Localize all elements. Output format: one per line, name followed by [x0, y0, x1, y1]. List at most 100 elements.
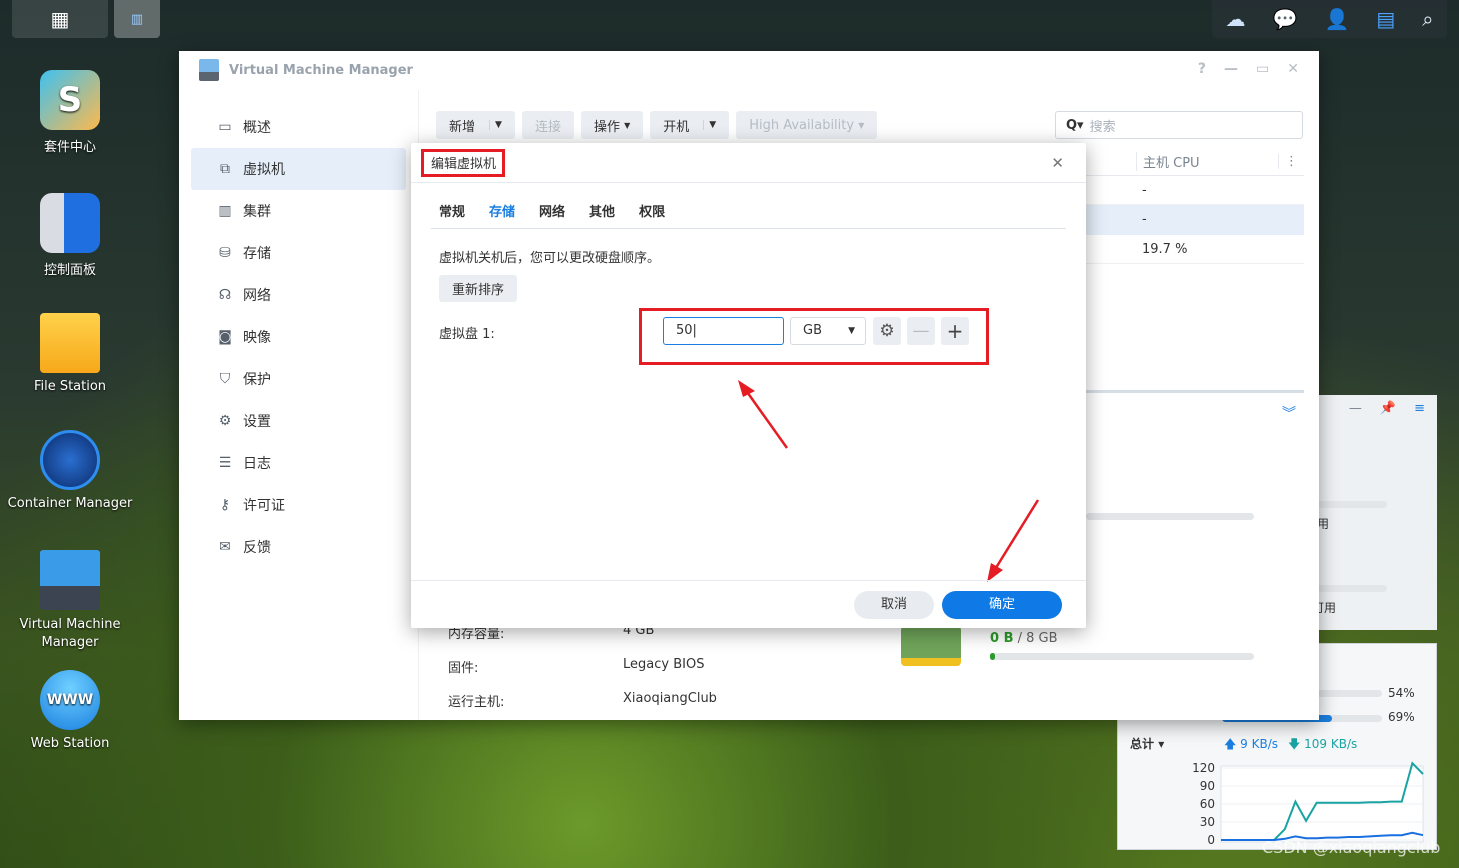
firmware-label: 固件:	[448, 661, 479, 676]
minimize-icon[interactable]: —	[1349, 401, 1362, 416]
search-input[interactable]: Q▾ 搜索	[1055, 111, 1303, 139]
connect-button[interactable]: 连接	[521, 111, 574, 139]
highlight-title	[421, 149, 505, 177]
desktop-icon-package-center[interactable]: S 套件中心	[0, 70, 140, 155]
table-row[interactable]: -	[1086, 176, 1304, 205]
ok-button[interactable]: 确定	[942, 591, 1062, 619]
key-icon: ⚷	[219, 497, 231, 513]
tab-4[interactable]: 权限	[639, 201, 665, 228]
column-header-host-cpu[interactable]: 主机 CPU ⋮	[1086, 148, 1304, 176]
desktop-icon-file-station[interactable]: File Station	[0, 313, 140, 394]
table-row[interactable]: -	[1086, 205, 1304, 235]
user-icon[interactable]: 👤	[1324, 7, 1349, 31]
firmware-value: Legacy BIOS	[623, 657, 705, 672]
sidebar-item-3[interactable]: ⛁ 存储	[191, 232, 406, 274]
vm-icon: ⧉	[220, 161, 230, 177]
sidebar-item-0[interactable]: ▭ 概述	[191, 106, 406, 148]
usage-bar-1	[1317, 501, 1387, 508]
sidebar-item-label: 日志	[243, 456, 271, 472]
power-on-button[interactable]: 开机 ▼	[650, 111, 730, 139]
close-icon[interactable]: ✕	[1287, 61, 1299, 77]
minimize-icon[interactable]: —	[1224, 61, 1238, 77]
help-icon[interactable]: ?	[1198, 61, 1206, 77]
search-icon[interactable]: ⌕	[1422, 7, 1433, 31]
action-button[interactable]: 操作 ▼	[580, 111, 644, 139]
desktop-icon-vmm[interactable]: Virtual Machine Manager	[0, 550, 140, 652]
sidebar-item-7[interactable]: ⚙ 设置	[191, 400, 406, 442]
vmm-icon	[40, 550, 100, 610]
storage-icon: ⛁	[219, 245, 231, 261]
create-button[interactable]: 新增 ▼	[436, 111, 515, 139]
widgets-icon[interactable]: ▤	[1376, 7, 1395, 31]
web-station-icon: WWW	[40, 670, 100, 730]
cancel-button[interactable]: 取消	[854, 591, 934, 619]
window-titlebar[interactable]: Virtual Machine Manager ? — ▭ ✕	[179, 51, 1319, 90]
folder-icon	[40, 313, 100, 373]
sidebar-item-label: 映像	[243, 330, 271, 346]
network-icon: ☊	[218, 287, 232, 303]
tab-0[interactable]: 常规	[439, 201, 465, 228]
desktop-icon-control-panel[interactable]: 控制面板	[0, 193, 140, 278]
highlight-disk-row	[639, 308, 989, 365]
system-tray: ☁ 💬 👤 ▤ ⌕	[1212, 0, 1447, 38]
sidebar-item-1[interactable]: ⧉ 虚拟机	[191, 148, 406, 190]
dialog-footer: 取消 确定	[411, 580, 1086, 628]
widget-menu-icon[interactable]: ≡	[1414, 401, 1425, 416]
sidebar-item-4[interactable]: ☊ 网络	[191, 274, 406, 316]
edit-vm-dialog: 编辑虚拟机 ✕ 常规 存储 网络 其他 权限 虚拟机关机后，您可以更改硬盘顺序。 重新排序…	[411, 143, 1086, 628]
y-tick-label: 0	[1207, 833, 1215, 847]
sidebar-item-6[interactable]: ⛉ 保护	[191, 358, 406, 400]
sidebar-item-8[interactable]: ☰ 日志	[191, 442, 406, 484]
overview-icon: ▭	[218, 119, 232, 135]
show-desktop-button[interactable]: ▦	[12, 0, 108, 38]
upload-rate: 🡅 9 KB/s	[1224, 737, 1279, 751]
table-row[interactable]: 19.7 %	[1086, 235, 1304, 264]
high-availability-button[interactable]: High Availability ▼	[736, 111, 878, 139]
ram-bar	[990, 653, 1254, 660]
image-icon: ◙	[218, 329, 232, 345]
storage-hint: 虚拟机关机后，您可以更改硬盘顺序。	[439, 251, 661, 266]
mail-icon: ✉	[219, 539, 231, 555]
column-menu-icon[interactable]: ⋮	[1278, 154, 1304, 169]
sidebar: ▭ 概述 ⧉ 虚拟机 ▥ 集群 ⛁ 存储 ☊ 网络 ◙ 映像 ⛉ 保护 ⚙ 设置 ☰ 日志 ⚷ 许可证 ✉ 反馈	[179, 90, 419, 720]
pin-icon[interactable]: 📌	[1380, 401, 1396, 416]
desktop-icon-container-manager[interactable]: Container Manager	[0, 430, 140, 511]
ram-icon	[901, 626, 961, 666]
tab-3[interactable]: 其他	[589, 201, 615, 228]
sidebar-item-5[interactable]: ◙ 映像	[191, 316, 406, 358]
chat-icon[interactable]: 💬	[1273, 7, 1298, 31]
vmm-app-icon	[199, 59, 219, 81]
sidebar-item-label: 集群	[243, 204, 271, 220]
taskbar-vmm-button[interactable]: ▥	[114, 0, 160, 38]
cloud-sync-icon[interactable]: ☁	[1226, 7, 1246, 31]
sidebar-item-label: 概述	[243, 120, 271, 136]
window-title: Virtual Machine Manager	[229, 63, 413, 78]
search-icon: Q▾	[1066, 117, 1084, 133]
sidebar-item-label: 虚拟机	[243, 162, 285, 178]
y-tick-label: 30	[1200, 815, 1215, 829]
memory-percent: 69%	[1388, 710, 1415, 724]
close-icon[interactable]: ✕	[1051, 154, 1064, 172]
disk-label: 虚拟盘 1:	[439, 327, 495, 342]
shield-icon: ⛉	[219, 371, 231, 387]
detail-bar	[1086, 513, 1254, 520]
sidebar-item-9[interactable]: ⚷ 许可证	[191, 484, 406, 526]
sidebar-item-label: 保护	[243, 372, 271, 388]
sidebar-item-label: 存储	[243, 246, 271, 262]
sidebar-item-10[interactable]: ✉ 反馈	[191, 526, 406, 568]
total-dropdown[interactable]: 总计 ▾	[1130, 735, 1164, 752]
tab-2[interactable]: 网络	[539, 201, 565, 228]
sidebar-item-label: 设置	[243, 414, 271, 430]
download-rate: 🡇 109 KB/s	[1288, 737, 1358, 751]
collapse-icon[interactable]: ︾	[1282, 403, 1296, 423]
sidebar-item-2[interactable]: ▥ 集群	[191, 190, 406, 232]
maximize-icon[interactable]: ▭	[1256, 61, 1269, 77]
control-panel-icon	[40, 193, 100, 253]
desktop-icon-web-station[interactable]: WWW Web Station	[0, 670, 140, 751]
reorder-button[interactable]: 重新排序	[439, 275, 518, 302]
toolbar: 新增 ▼ 连接 操作 ▼ 开机 ▼ High Availability ▼	[436, 111, 878, 139]
usage-bar-2	[1317, 585, 1387, 592]
host-value: XiaoqiangClub	[623, 691, 717, 706]
splitter[interactable]	[1086, 390, 1304, 393]
tab-1[interactable]: 存储	[489, 201, 515, 228]
